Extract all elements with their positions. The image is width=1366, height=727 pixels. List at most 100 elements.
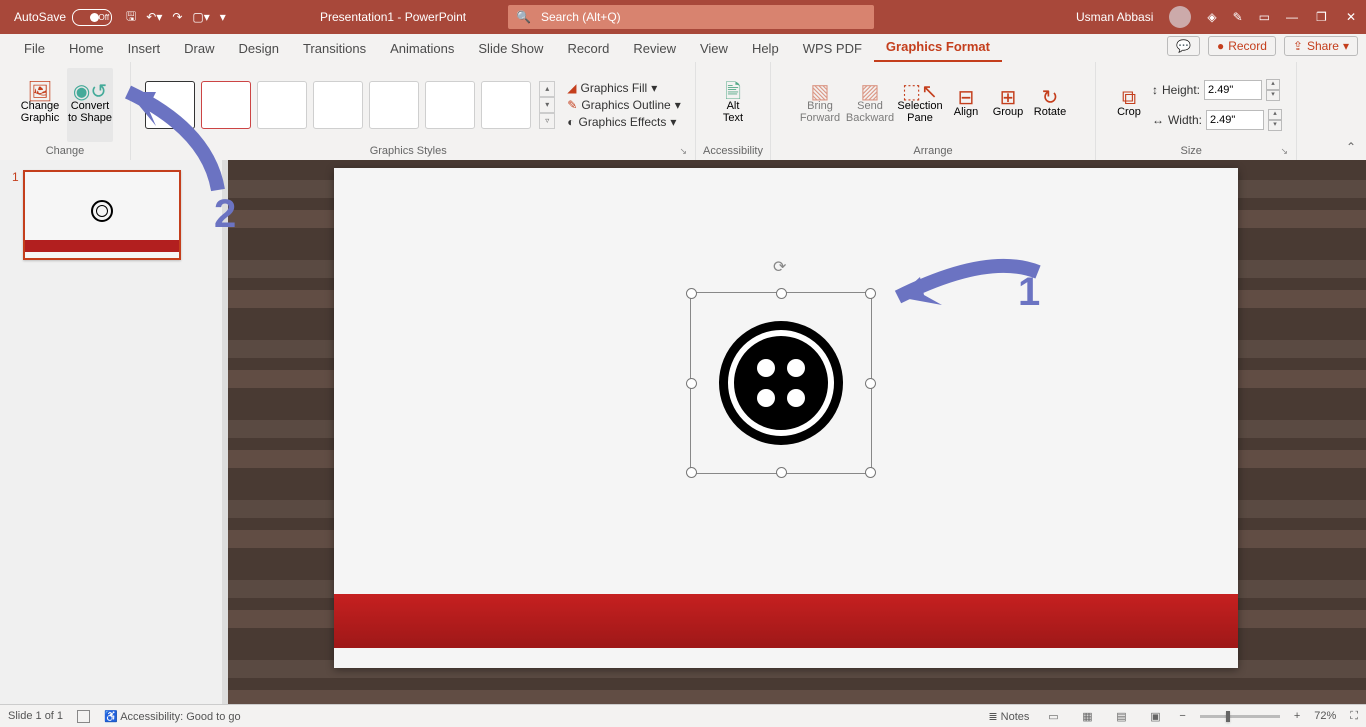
fit-to-window-button[interactable]: ⛶ <box>1350 710 1358 723</box>
gallery-down[interactable]: ▾ <box>539 97 555 113</box>
user-avatar[interactable] <box>1169 6 1191 28</box>
pen-icon[interactable]: ✎ <box>1233 10 1243 24</box>
tab-help[interactable]: Help <box>740 35 791 62</box>
record-button[interactable]: ● Record <box>1208 36 1276 56</box>
zoom-slider[interactable] <box>1200 715 1280 718</box>
share-button[interactable]: ⇪ Share ▾ <box>1284 36 1358 56</box>
styles-launcher[interactable]: ↘ <box>679 146 687 157</box>
graphics-outline-button[interactable]: ✎Graphics Outline▾ <box>567 98 680 112</box>
style-preset-2[interactable] <box>201 81 251 129</box>
status-checkbox[interactable] <box>77 710 90 723</box>
user-name[interactable]: Usman Abbasi <box>1076 10 1153 24</box>
alt-text-button[interactable]: 🖹Alt Text <box>710 68 756 142</box>
zoom-percent[interactable]: 72% <box>1314 710 1336 722</box>
ribbon-mode-icon[interactable]: ▭ <box>1259 10 1270 24</box>
collapse-ribbon-button[interactable]: ⌃ <box>1346 140 1356 154</box>
tab-slideshow[interactable]: Slide Show <box>466 35 555 62</box>
handle-tm[interactable] <box>776 288 787 299</box>
height-down[interactable]: ▾ <box>1266 90 1280 101</box>
style-preset-7[interactable] <box>481 81 531 129</box>
redo-icon[interactable]: ↷ <box>172 10 182 24</box>
gallery-more[interactable]: ▿ <box>539 113 555 129</box>
tab-insert[interactable]: Insert <box>116 35 173 62</box>
handle-bm[interactable] <box>776 467 787 478</box>
style-preset-4[interactable] <box>313 81 363 129</box>
alt-text-label: Alt Text <box>723 100 743 124</box>
height-input[interactable] <box>1204 80 1262 100</box>
graphics-effects-button[interactable]: ◐Graphics Effects▾ <box>567 115 680 129</box>
tab-graphics-format[interactable]: Graphics Format <box>874 33 1002 62</box>
size-launcher[interactable]: ↘ <box>1280 146 1288 157</box>
tab-file[interactable]: File <box>12 35 57 62</box>
selection-pane-button[interactable]: ⬚↖Selection Pane <box>897 68 943 142</box>
gallery-up[interactable]: ▴ <box>539 81 555 97</box>
slide-1[interactable]: ⟳ <box>334 168 1238 668</box>
crop-button[interactable]: ⧉Crop <box>1110 68 1148 142</box>
align-button[interactable]: ⊟Align <box>947 68 985 142</box>
tab-animations[interactable]: Animations <box>378 35 466 62</box>
style-preset-3[interactable] <box>257 81 307 129</box>
style-preset-6[interactable] <box>425 81 475 129</box>
rotate-button[interactable]: ↻Rotate <box>1031 68 1069 142</box>
graphics-styles-gallery[interactable]: ▴ ▾ ▿ <box>145 81 555 129</box>
tab-draw[interactable]: Draw <box>172 35 226 62</box>
selected-graphic[interactable]: ⟳ <box>690 292 872 474</box>
rotate-handle[interactable]: ⟳ <box>773 257 786 277</box>
tab-design[interactable]: Design <box>227 35 291 62</box>
handle-mr[interactable] <box>865 378 876 389</box>
change-graphic-button[interactable]: 🖼Change Graphic <box>17 68 63 142</box>
normal-view-button[interactable]: ▭ <box>1043 708 1063 724</box>
present-icon[interactable]: ▢▾ <box>192 10 209 24</box>
height-icon: ↕ <box>1152 83 1158 97</box>
tab-home[interactable]: Home <box>57 35 116 62</box>
handle-tl[interactable] <box>686 288 697 299</box>
width-up[interactable]: ▴ <box>1268 109 1282 120</box>
comments-button[interactable]: 💬 <box>1167 36 1200 56</box>
minimize-button[interactable]: — <box>1286 10 1300 24</box>
tab-view[interactable]: View <box>688 35 740 62</box>
handle-ml[interactable] <box>686 378 697 389</box>
height-up[interactable]: ▴ <box>1266 79 1280 90</box>
group-label: Group <box>993 106 1024 118</box>
handle-bl[interactable] <box>686 467 697 478</box>
save-icon[interactable]: 🖫 <box>126 7 136 28</box>
crop-icon: ⧉ <box>1122 92 1136 104</box>
send-backward-button[interactable]: ▨Send Backward <box>847 68 893 142</box>
slide-thumbnail-1[interactable] <box>23 170 181 260</box>
slide-canvas-area[interactable]: ⟳ 1 <box>228 160 1366 705</box>
zoom-out-button[interactable]: − <box>1179 710 1185 722</box>
zoom-thumb[interactable] <box>1226 711 1230 722</box>
close-button[interactable]: ✕ <box>1346 10 1360 24</box>
reading-view-button[interactable]: ▤ <box>1111 708 1131 724</box>
sorter-view-button[interactable]: ▦ <box>1077 708 1097 724</box>
convert-to-shape-button[interactable]: ◉↺Convert to Shape <box>67 68 113 142</box>
slideshow-view-button[interactable]: ▣ <box>1145 708 1165 724</box>
autosave-toggle[interactable]: Off <box>72 9 112 26</box>
search-input[interactable] <box>539 9 698 25</box>
thumb-icon <box>91 200 113 222</box>
width-input[interactable] <box>1206 110 1264 130</box>
zoom-in-button[interactable]: + <box>1294 710 1300 722</box>
width-down[interactable]: ▾ <box>1268 120 1282 131</box>
qat-more-icon[interactable]: ▾ <box>220 10 226 24</box>
undo-icon[interactable]: ↶▾ <box>146 10 162 24</box>
style-preset-5[interactable] <box>369 81 419 129</box>
tab-wpspdf[interactable]: WPS PDF <box>791 35 874 62</box>
tab-record[interactable]: Record <box>555 35 621 62</box>
bring-forward-button[interactable]: ▧Bring Forward <box>797 68 843 142</box>
diamond-icon[interactable]: ◈ <box>1207 10 1216 24</box>
group-icon: ⊞ <box>1000 92 1017 104</box>
outline-label: Graphics Outline <box>581 98 670 112</box>
handle-tr[interactable] <box>865 288 876 299</box>
handle-br[interactable] <box>865 467 876 478</box>
accessibility-status[interactable]: ♿ Accessibility: Good to go <box>104 710 241 723</box>
tab-transitions[interactable]: Transitions <box>291 35 378 62</box>
slide-thumbnails-pane[interactable]: 1 <box>0 160 222 705</box>
maximize-button[interactable]: ❐ <box>1316 10 1330 24</box>
group-button[interactable]: ⊞ Group <box>989 68 1027 142</box>
search-box[interactable]: 🔍 <box>508 5 874 29</box>
graphics-fill-button[interactable]: ◢Graphics Fill▾ <box>567 81 680 95</box>
tab-review[interactable]: Review <box>621 35 688 62</box>
notes-button[interactable]: ≣ Notes <box>988 710 1029 723</box>
style-preset-1[interactable] <box>145 81 195 129</box>
